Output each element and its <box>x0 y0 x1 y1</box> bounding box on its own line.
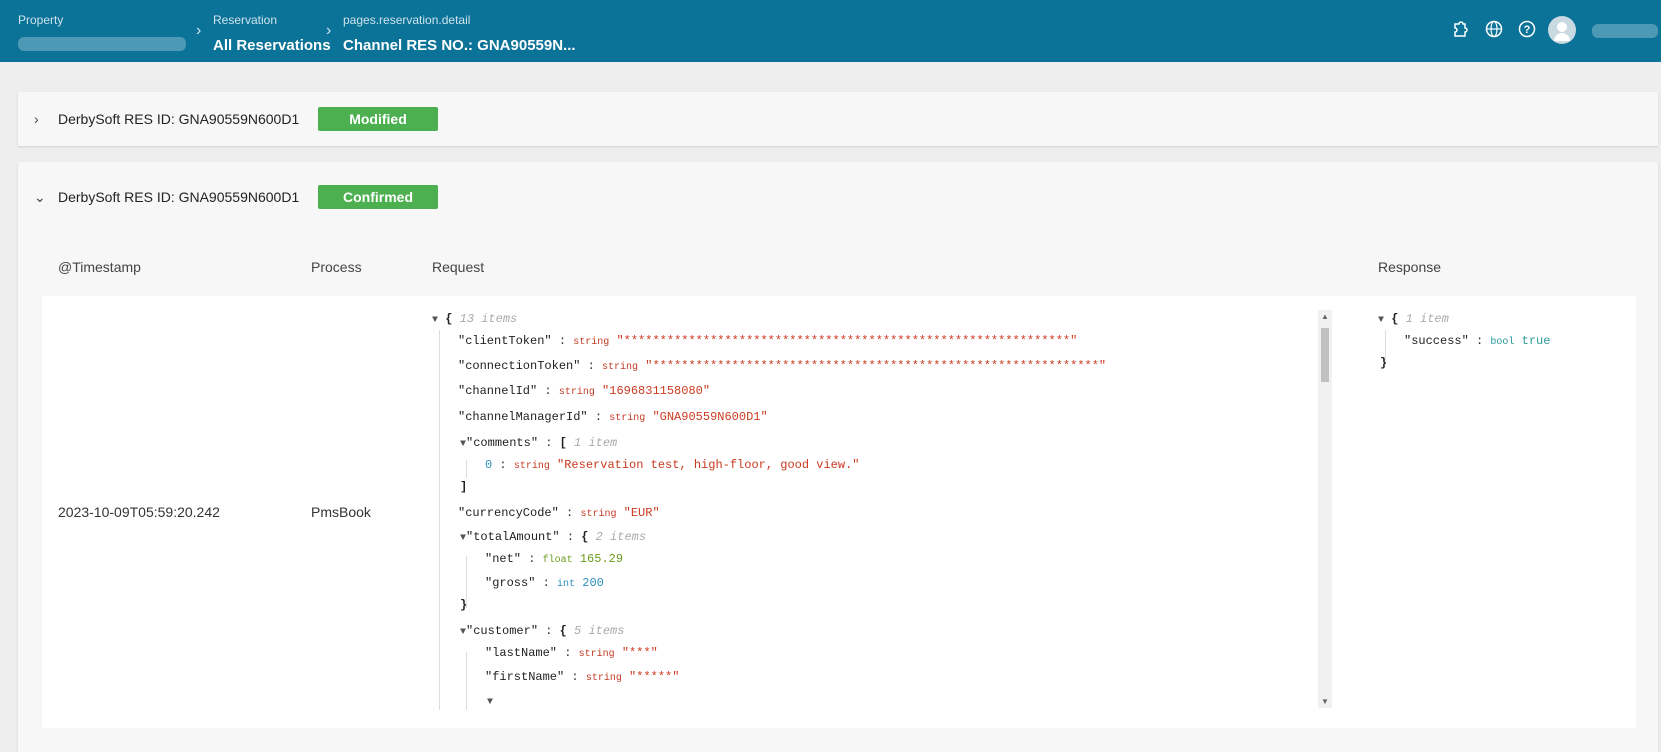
type-label: string <box>602 362 639 373</box>
timestamp-cell: 2023-10-09T05:59:20.242 <box>58 504 220 520</box>
scroll-up-arrow-icon[interactable]: ▲ <box>1321 312 1329 321</box>
breadcrumb-detail-value: Channel RES NO.: GNA90559N... <box>343 37 576 54</box>
json-line-lastName: "lastName" : string "***" <box>485 646 658 660</box>
property-name-redacted <box>18 37 186 55</box>
type-label: string <box>558 387 595 398</box>
json-line-clientToken: "clientToken" : string "****************… <box>458 334 1078 348</box>
json-value: "1696831158080" <box>602 384 711 398</box>
caret-down-icon[interactable]: ▼ <box>487 697 493 708</box>
json-line-totalAmount[interactable]: ▼"totalAmount" : { 2 items <box>460 528 646 546</box>
type-label: bool <box>1490 337 1515 348</box>
res-id-label: DerbySoft RES ID: GNA90559N600D1 <box>58 189 300 205</box>
scroll-down-arrow-icon[interactable]: ▼ <box>1321 697 1329 706</box>
panel-header[interactable]: › DerbySoft RES ID: GNA90559N600D1 Modif… <box>18 99 1658 139</box>
breadcrumb-separator-icon: › <box>326 22 332 39</box>
json-line-gross: "gross" : int 200 <box>485 576 604 590</box>
indent-guide <box>466 460 467 478</box>
json-value: 200 <box>582 576 604 590</box>
json-root-line[interactable]: ▼ { 13 items <box>432 310 517 328</box>
globe-icon[interactable] <box>1484 20 1504 40</box>
user-avatar[interactable] <box>1548 16 1576 44</box>
json-line-comments[interactable]: ▼"comments" : [ 1 item <box>460 434 617 452</box>
json-line-net: "net" : float 165.29 <box>485 552 624 566</box>
type-label: string <box>585 673 622 684</box>
json-line-connectionToken: "connectionToken" : string "************… <box>458 359 1107 373</box>
item-count: 5 items <box>574 624 625 638</box>
type-label: string <box>609 413 646 424</box>
column-header-request: Request <box>432 259 485 275</box>
breadcrumb-property[interactable]: Property <box>18 13 186 55</box>
breadcrumb-reservation-caption: Reservation <box>213 13 278 27</box>
json-line-channelManagerId: "channelManagerId" : string "GNA90559N60… <box>458 410 768 424</box>
json-value: "*****" <box>629 670 680 684</box>
breadcrumb-detail: pages.reservation.detail Channel RES NO.… <box>343 13 576 54</box>
process-cell: PmsBook <box>311 504 371 520</box>
type-label: string <box>580 509 617 520</box>
json-close-bracket: } <box>1380 356 1388 370</box>
item-count: 1 item <box>1405 312 1449 326</box>
request-scrollbar[interactable]: ▲ ▼ <box>1318 310 1332 708</box>
json-value: "***************************************… <box>616 334 1078 348</box>
top-navigation-bar: Property › Reservation All Reservations … <box>0 0 1661 62</box>
scrollbar-thumb[interactable] <box>1321 328 1329 382</box>
reservation-panel-collapsed: › DerbySoft RES ID: GNA90559N600D1 Modif… <box>18 92 1658 146</box>
type-label: string <box>513 461 550 472</box>
type-label: string <box>573 337 610 348</box>
item-count: 2 items <box>595 530 647 544</box>
breadcrumb-reservation[interactable]: Reservation All Reservations <box>213 13 331 54</box>
json-line-currencyCode: "currencyCode" : string "EUR" <box>458 506 660 520</box>
caret-down-icon[interactable]: ▼ <box>432 315 438 326</box>
json-value: "GNA90559N600D1" <box>652 410 768 424</box>
panel-header[interactable]: ⌄ DerbySoft RES ID: GNA90559N600D1 Confi… <box>18 177 1658 217</box>
item-count: 1 item <box>574 436 618 450</box>
json-close-bracket: } <box>460 598 468 612</box>
json-root-line[interactable]: ▼ { 1 item <box>1378 310 1449 328</box>
breadcrumb-reservation-value: All Reservations <box>213 37 331 54</box>
json-line-comment-0: 0 : string "Reservation test, high-floor… <box>485 458 860 472</box>
chevron-right-icon[interactable]: › <box>34 99 39 139</box>
breadcrumb-property-caption: Property <box>18 13 64 27</box>
json-value: "***" <box>621 646 658 660</box>
json-value: "***************************************… <box>645 359 1107 373</box>
json-line-success: "success" : bool true <box>1404 334 1551 348</box>
column-header-timestamp: @Timestamp <box>58 259 141 275</box>
indent-guide <box>466 652 467 710</box>
chevron-down-icon[interactable]: ⌄ <box>34 177 46 217</box>
json-line-clipped: ▼ <box>487 692 493 710</box>
breadcrumb-detail-caption: pages.reservation.detail <box>343 13 471 27</box>
status-badge: Confirmed <box>318 185 438 209</box>
indent-guide <box>439 330 440 710</box>
json-close-bracket: ] <box>460 480 468 494</box>
column-header-response: Response <box>1378 259 1442 275</box>
json-value: 165.29 <box>579 552 624 566</box>
json-line-firstName: "firstName" : string "*****" <box>485 670 680 684</box>
response-json-viewer[interactable]: ▼ { 1 item "success" : bool true } <box>1378 310 1638 390</box>
help-icon[interactable]: ? <box>1517 20 1537 40</box>
res-id-label: DerbySoft RES ID: GNA90559N600D1 <box>58 111 300 127</box>
type-label: int <box>557 579 576 590</box>
puzzle-icon[interactable] <box>1450 20 1470 40</box>
column-header-process: Process <box>311 259 362 275</box>
json-value: "EUR" <box>623 506 660 520</box>
request-json-viewer[interactable]: ▼ { 13 items "clientToken" : string "***… <box>432 310 1312 710</box>
user-name-redacted[interactable] <box>1592 24 1658 38</box>
caret-down-icon[interactable]: ▼ <box>1378 315 1384 326</box>
json-value: true <box>1521 334 1551 348</box>
type-label: float <box>542 555 573 566</box>
json-value: "Reservation test, high-floor, good view… <box>557 458 860 472</box>
item-count: 13 items <box>459 312 518 326</box>
json-line-customer[interactable]: ▼"customer" : { 5 items <box>460 622 624 640</box>
svg-text:?: ? <box>1524 24 1531 36</box>
breadcrumb-separator-icon: › <box>196 22 202 39</box>
json-line-channelId: "channelId" : string "1696831158080" <box>458 384 711 398</box>
status-badge: Modified <box>318 107 438 131</box>
type-label: string <box>578 649 615 660</box>
